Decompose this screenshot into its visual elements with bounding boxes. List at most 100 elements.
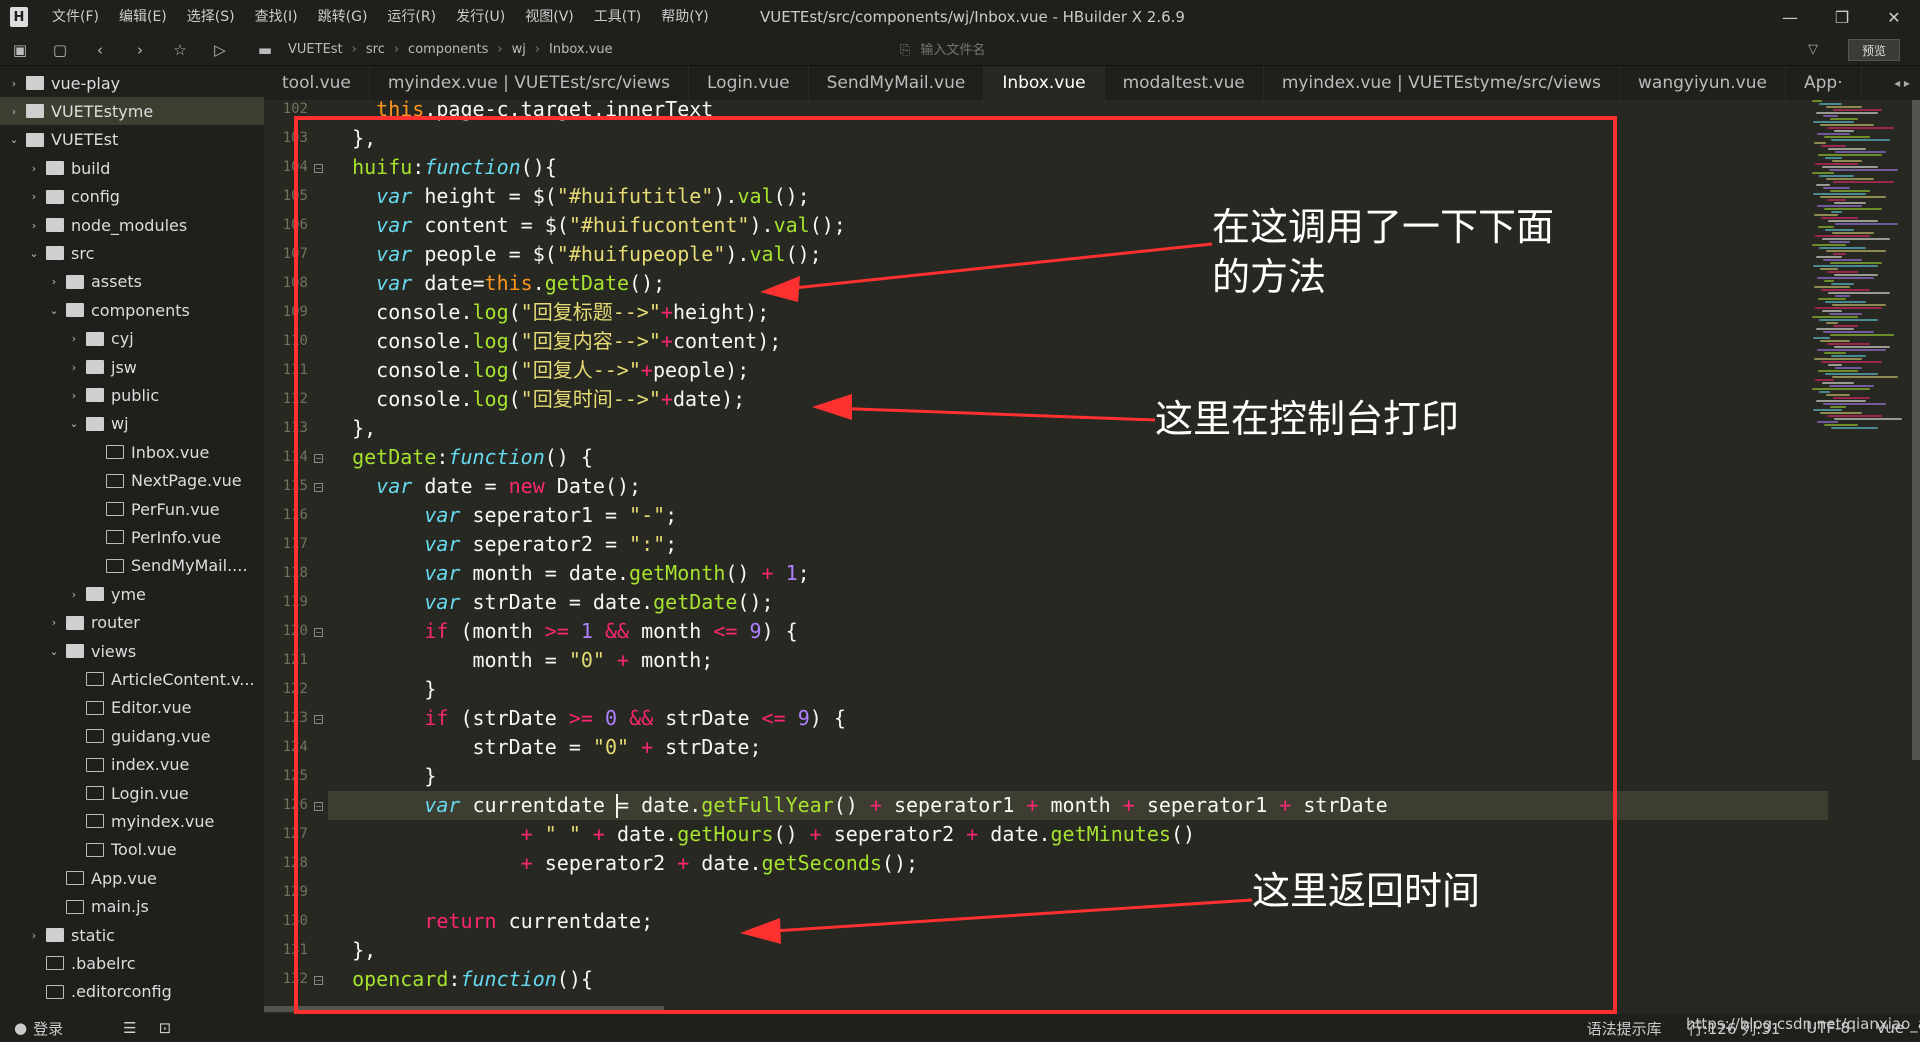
tree-item[interactable]: Inbox.vue — [0, 438, 264, 466]
menu-item-9[interactable]: 帮助(Y) — [651, 0, 718, 34]
menu-item-5[interactable]: 运行(R) — [377, 0, 446, 34]
chevron-down-icon[interactable]: ⌄ — [6, 133, 22, 146]
tree-item[interactable]: .babelrc — [0, 949, 264, 977]
code-line[interactable]: month = "0" + month; — [328, 646, 713, 675]
breadcrumb-item[interactable]: components — [408, 42, 488, 57]
code-line[interactable]: } — [328, 675, 436, 704]
tree-item[interactable]: ⌄ src — [0, 239, 264, 267]
code-editor[interactable]: 102 103 104−105 106 107 108 109 110 111 112 113 114… — [264, 97, 1920, 1014]
chevron-right-icon[interactable]: › — [6, 77, 22, 90]
tree-item[interactable]: ArticleContent.v... — [0, 665, 264, 693]
close-button[interactable]: ✕ — [1868, 0, 1920, 34]
user-icon[interactable]: ● — [14, 1019, 27, 1037]
tree-item[interactable]: .editorconfig — [0, 978, 264, 1006]
tree-item[interactable]: › router — [0, 609, 264, 637]
chevron-right-icon[interactable]: › — [6, 105, 22, 118]
code-line[interactable]: var strDate = date.getDate(); — [328, 588, 773, 617]
tree-item[interactable]: › assets — [0, 268, 264, 296]
minimap[interactable] — [1808, 100, 1914, 440]
back-icon[interactable]: ‹ — [80, 41, 120, 59]
filter-icon[interactable]: ▽ — [1808, 34, 1818, 66]
tab-8[interactable]: App· — [1786, 66, 1862, 100]
code-line[interactable]: var currentdate = date.getFullYear() + s… — [328, 791, 1828, 820]
tree-item[interactable]: › public — [0, 381, 264, 409]
chevron-down-icon[interactable]: ⌄ — [26, 247, 42, 260]
save-icon[interactable]: ▢ — [40, 41, 80, 59]
code-line[interactable]: console.log("回复时间-->"+date); — [328, 385, 745, 414]
tab-5[interactable]: modaltest.vue — [1105, 66, 1264, 100]
menu-item-1[interactable]: 编辑(E) — [109, 0, 177, 34]
file-search-input[interactable] — [920, 42, 1221, 58]
chevron-right-icon[interactable]: › — [46, 275, 62, 288]
tab-4[interactable]: Inbox.vue — [984, 66, 1105, 100]
code-line[interactable]: var people = $("#huifupeople").val(); — [328, 240, 822, 269]
fold-toggle-icon[interactable]: − — [314, 715, 323, 724]
breadcrumb-item[interactable]: VUETEst — [288, 42, 343, 57]
tree-item[interactable]: PerFun.vue — [0, 495, 264, 523]
code-line[interactable]: var height = $("#huifutitle").val(); — [328, 182, 810, 211]
tree-item[interactable]: › node_modules — [0, 211, 264, 239]
tab-7[interactable]: wangyiyun.vue — [1620, 66, 1786, 100]
code-line[interactable]: }, — [328, 936, 376, 965]
vertical-scrollbar[interactable] — [1912, 100, 1920, 760]
tab-3[interactable]: SendMyMail.vue — [809, 66, 985, 100]
code-line[interactable]: strDate = "0" + strDate; — [328, 733, 761, 762]
chevron-right-icon[interactable]: › — [66, 361, 82, 374]
tree-item[interactable]: guidang.vue — [0, 722, 264, 750]
chevron-down-icon[interactable]: ⌄ — [46, 304, 62, 317]
code-line[interactable]: huifu:function(){ — [328, 153, 557, 182]
code-line[interactable]: console.log("回复内容-->"+content); — [328, 327, 781, 356]
code-line[interactable]: var month = date.getMonth() + 1; — [328, 559, 809, 588]
fold-toggle-icon[interactable]: − — [314, 628, 323, 637]
tree-item[interactable]: index.vue — [0, 751, 264, 779]
fold-toggle-icon[interactable]: − — [314, 454, 323, 463]
code-line[interactable]: var seperator1 = "-"; — [328, 501, 677, 530]
code-line[interactable]: getDate:function() { — [328, 443, 593, 472]
code-line[interactable]: + " " + date.getHours() + seperator2 + d… — [328, 820, 1195, 849]
login-button[interactable]: 登录 — [33, 1018, 63, 1039]
chevron-right-icon[interactable]: › — [46, 616, 62, 629]
tree-item[interactable]: › static — [0, 921, 264, 949]
code-line[interactable]: } — [328, 762, 436, 791]
breadcrumb-item[interactable]: wj — [512, 42, 526, 57]
minimize-button[interactable]: — — [1764, 0, 1816, 34]
code-line[interactable]: }, — [328, 124, 376, 153]
preview-button[interactable]: 预览 — [1848, 39, 1900, 61]
chevron-right-icon[interactable]: › — [26, 929, 42, 942]
chevron-right-icon[interactable]: › — [66, 389, 82, 402]
code-line[interactable]: var seperator2 = ":"; — [328, 530, 677, 559]
fold-toggle-icon[interactable]: − — [314, 976, 323, 985]
tree-item[interactable]: App.vue — [0, 864, 264, 892]
fold-toggle-icon[interactable]: − — [314, 164, 323, 173]
menu-item-2[interactable]: 选择(S) — [177, 0, 245, 34]
code-line[interactable]: opencard:function(){ — [328, 965, 593, 994]
code-line[interactable]: + seperator2 + date.getSeconds(); — [328, 849, 918, 878]
tree-item[interactable]: PerInfo.vue — [0, 523, 264, 551]
tree-item[interactable]: Login.vue — [0, 779, 264, 807]
tree-item[interactable]: ⌄ views — [0, 637, 264, 665]
fold-toggle-icon[interactable]: − — [314, 802, 323, 811]
code-line[interactable]: if (month >= 1 && month <= 9) { — [328, 617, 797, 646]
menu-item-4[interactable]: 跳转(G) — [308, 0, 378, 34]
code-line[interactable]: return currentdate; — [328, 907, 653, 936]
code-line[interactable]: this.page-c.target.innerText — [328, 95, 713, 124]
breadcrumb-item[interactable]: src — [366, 42, 385, 57]
tree-item[interactable]: Editor.vue — [0, 694, 264, 722]
tree-item[interactable]: › VUETEstyme — [0, 97, 264, 126]
tab-scroll-arrows-icon[interactable]: ◂ ▸ — [1884, 66, 1920, 100]
tree-item[interactable]: ⌄ components — [0, 296, 264, 324]
code-line[interactable]: var date = new Date(); — [328, 472, 641, 501]
chevron-right-icon[interactable]: › — [66, 588, 82, 601]
star-icon[interactable]: ☆ — [160, 41, 200, 59]
menu-item-0[interactable]: 文件(F) — [42, 0, 109, 34]
tree-item[interactable]: › cyj — [0, 325, 264, 353]
tree-item[interactable]: › jsw — [0, 353, 264, 381]
tree-item[interactable]: main.js — [0, 893, 264, 921]
chevron-right-icon[interactable]: › — [66, 332, 82, 345]
tree-item[interactable]: ⌄ VUETEst — [0, 126, 264, 154]
tree-item[interactable]: ⌄ wj — [0, 410, 264, 438]
console-icon[interactable]: ⊡ — [159, 1019, 172, 1037]
tree-item[interactable]: Tool.vue — [0, 836, 264, 864]
code-line[interactable]: }, — [328, 414, 376, 443]
list-icon[interactable]: ☰ — [123, 1019, 136, 1037]
